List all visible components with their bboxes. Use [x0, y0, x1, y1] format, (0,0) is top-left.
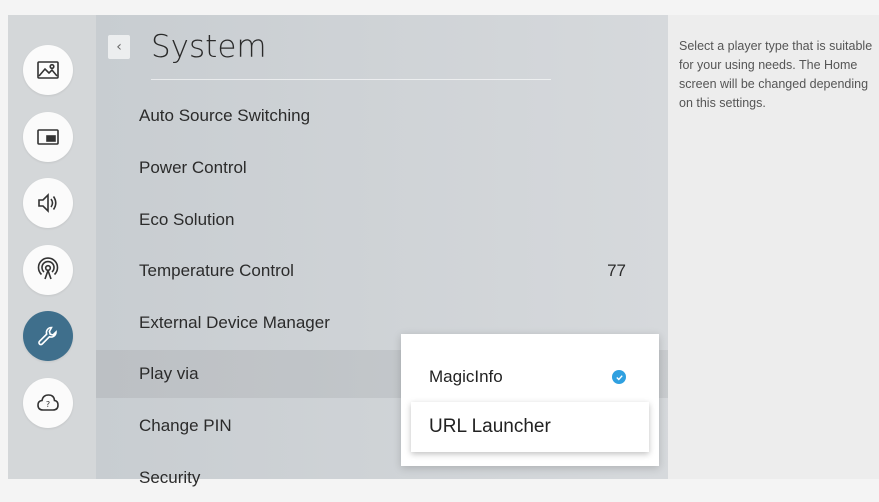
support-icon[interactable]: ? [23, 378, 73, 428]
menu-item-temperature-control[interactable]: Temperature Control 77 [96, 247, 668, 295]
checkmark-icon [612, 370, 626, 384]
title-divider [151, 79, 551, 80]
picture-icon[interactable] [23, 45, 73, 95]
network-icon[interactable] [23, 245, 73, 295]
chevron-left-icon[interactable]: ‹ [108, 35, 130, 59]
sound-icon[interactable] [23, 178, 73, 228]
menu-item-eco-solution[interactable]: Eco Solution [96, 196, 668, 244]
menu-item-label: Eco Solution [139, 210, 235, 229]
option-magicinfo[interactable]: MagicInfo [411, 352, 649, 402]
pip-icon[interactable] [23, 112, 73, 162]
description-text: Select a player type that is suitable fo… [679, 39, 873, 110]
menu-item-label: Auto Source Switching [139, 106, 311, 125]
menu-item-label: Temperature Control [139, 261, 294, 280]
menu-item-label: External Device Manager [139, 313, 330, 332]
description-panel: Select a player type that is suitable fo… [668, 15, 879, 479]
svg-text:?: ? [46, 400, 50, 409]
menu-item-label: Power Control [139, 158, 247, 177]
option-label: URL Launcher [429, 416, 551, 437]
option-url-launcher[interactable]: URL Launcher [411, 402, 649, 452]
sidebar-rail: ? [8, 15, 96, 479]
menu-item-auto-source-switching[interactable]: Auto Source Switching [96, 92, 668, 140]
temperature-value: 77 [607, 261, 626, 280]
wrench-icon[interactable] [23, 311, 73, 361]
option-label: MagicInfo [429, 367, 503, 386]
menu-item-label: Play via [139, 364, 199, 383]
menu-item-power-control[interactable]: Power Control [96, 144, 668, 192]
menu-item-label: Change PIN [139, 416, 232, 435]
page-title: System [151, 29, 267, 65]
menu-item-label: Security [139, 468, 201, 487]
play-via-popup: MagicInfo URL Launcher [401, 334, 659, 466]
